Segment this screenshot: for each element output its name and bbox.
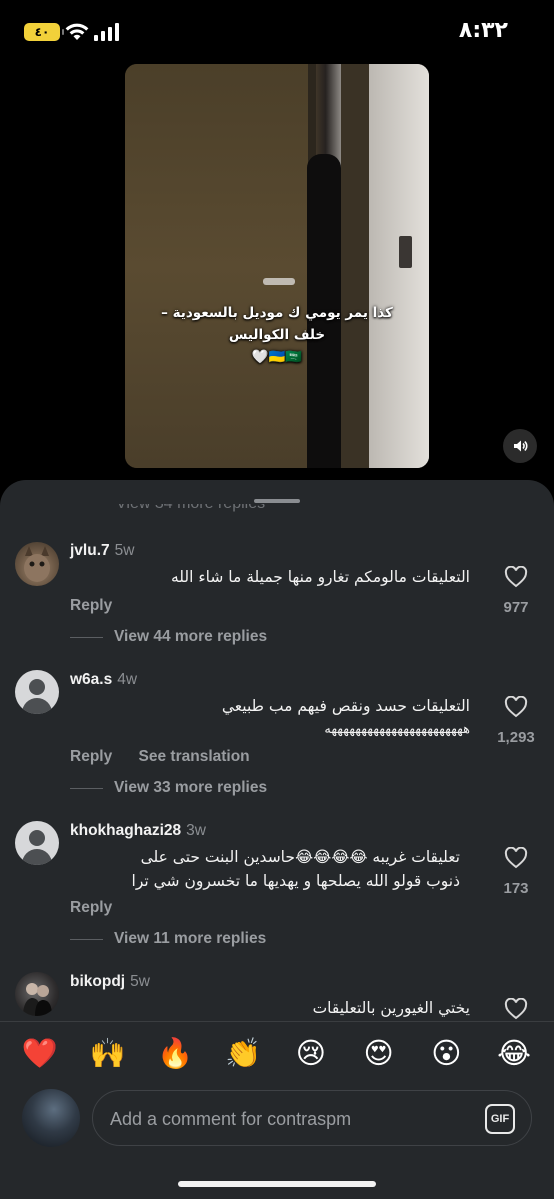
home-indicator[interactable] [178, 1181, 376, 1187]
reply-button[interactable]: Reply [70, 899, 112, 916]
like-count: 1,293 [497, 729, 535, 746]
wifi-icon [65, 23, 89, 40]
comment-text: يختي الغيورين بالتعليقات [312, 999, 470, 1017]
sound-toggle-button[interactable] [503, 429, 537, 463]
emoji-heart[interactable]: ❤️ [17, 1040, 63, 1069]
see-translation-button[interactable]: See translation [139, 748, 250, 765]
username[interactable]: w6a.s [70, 671, 112, 688]
hidden-view-more: View 34 more replies [116, 504, 265, 514]
heart-icon [504, 997, 528, 1020]
emoji-raised-hands[interactable]: 🙌 [85, 1040, 131, 1069]
username[interactable]: jvlu.7 [70, 542, 110, 559]
emoji-laughing[interactable]: 😂 [491, 1040, 537, 1069]
video-player[interactable]: كذا يمر يومي ك موديل بالسعودية – خلف الك… [125, 64, 429, 468]
comment-input-placeholder[interactable]: Add a comment for contraspm [110, 1109, 351, 1130]
emoji-surprised[interactable]: 😮 [423, 1040, 469, 1069]
view-more-replies[interactable]: View 33 more replies [70, 779, 267, 797]
comment-age: 4w [117, 671, 138, 688]
emoji-heart-eyes[interactable]: 😍 [356, 1040, 402, 1069]
comment-input-bar: Add a comment for contraspm GIF [0, 1087, 554, 1199]
screen: ٤٠ ٨:٣٢ كذا يمر يومي ك موديل بالسعودية –… [0, 0, 554, 1199]
like-button[interactable]: 977 [486, 565, 546, 616]
heart-icon [504, 565, 528, 588]
cellular-signal-icon [94, 23, 119, 41]
battery-icon: ٤٠ [24, 23, 64, 41]
comment-age: 5w [130, 973, 150, 990]
video-scene-door [125, 64, 308, 468]
like-button[interactable]: 173 [486, 846, 546, 897]
reply-button[interactable]: Reply [70, 748, 112, 765]
username[interactable]: khokhaghazi28 [70, 822, 181, 839]
comment-age: 5w [114, 542, 135, 559]
wall-switch [399, 236, 412, 268]
emoji-fire[interactable]: 🔥 [152, 1040, 198, 1069]
comment-age: 3w [186, 822, 206, 839]
view-more-replies[interactable]: View 44 more replies [70, 628, 267, 646]
like-button[interactable]: 1,293 [486, 695, 546, 746]
emoji-crying[interactable]: 😢 [288, 1040, 334, 1069]
view-more-replies[interactable]: View 11 more replies [70, 930, 266, 948]
status-time: ٨:٣٢ [458, 18, 508, 43]
like-count: 977 [503, 599, 529, 616]
comment-text: التعليقات حسد ونقص فيهم مب طبيعي ههههههه… [221, 697, 471, 737]
avatar[interactable] [15, 821, 59, 865]
couple-avatar-image [23, 983, 52, 1016]
heart-icon [504, 695, 528, 718]
speaker-icon [514, 440, 528, 452]
sheet-drag-handle[interactable] [254, 499, 300, 503]
avatar[interactable] [15, 670, 59, 714]
reply-button[interactable]: Reply [70, 597, 112, 614]
gif-button[interactable]: GIF [485, 1104, 515, 1134]
comment-text: التعليقات مالومكم تغارو منها جميلة ما شا… [170, 568, 470, 586]
username[interactable]: bikopdj [70, 973, 125, 990]
status-bar: ٤٠ ٨:٣٢ [0, 0, 554, 60]
comment-input[interactable]: Add a comment for contraspm GIF [92, 1090, 532, 1146]
door-handle [263, 278, 295, 285]
emoji-quick-bar: ❤️ 🙌 🔥 👏 😢 😍 😮 😂 [0, 1021, 554, 1087]
current-user-avatar [22, 1089, 80, 1147]
emoji-clapping[interactable]: 👏 [220, 1040, 266, 1069]
heart-icon [504, 846, 528, 869]
comment-text: تعليقات غريبه 😂😂😂😂حاسدين البنت حتى على ذ… [131, 848, 460, 890]
video-caption: كذا يمر يومي ك موديل بالسعودية – خلف الك… [161, 305, 393, 365]
like-count: 173 [503, 880, 529, 897]
avatar[interactable] [15, 972, 59, 1016]
avatar[interactable] [15, 542, 59, 586]
cat-avatar-image [24, 546, 50, 582]
